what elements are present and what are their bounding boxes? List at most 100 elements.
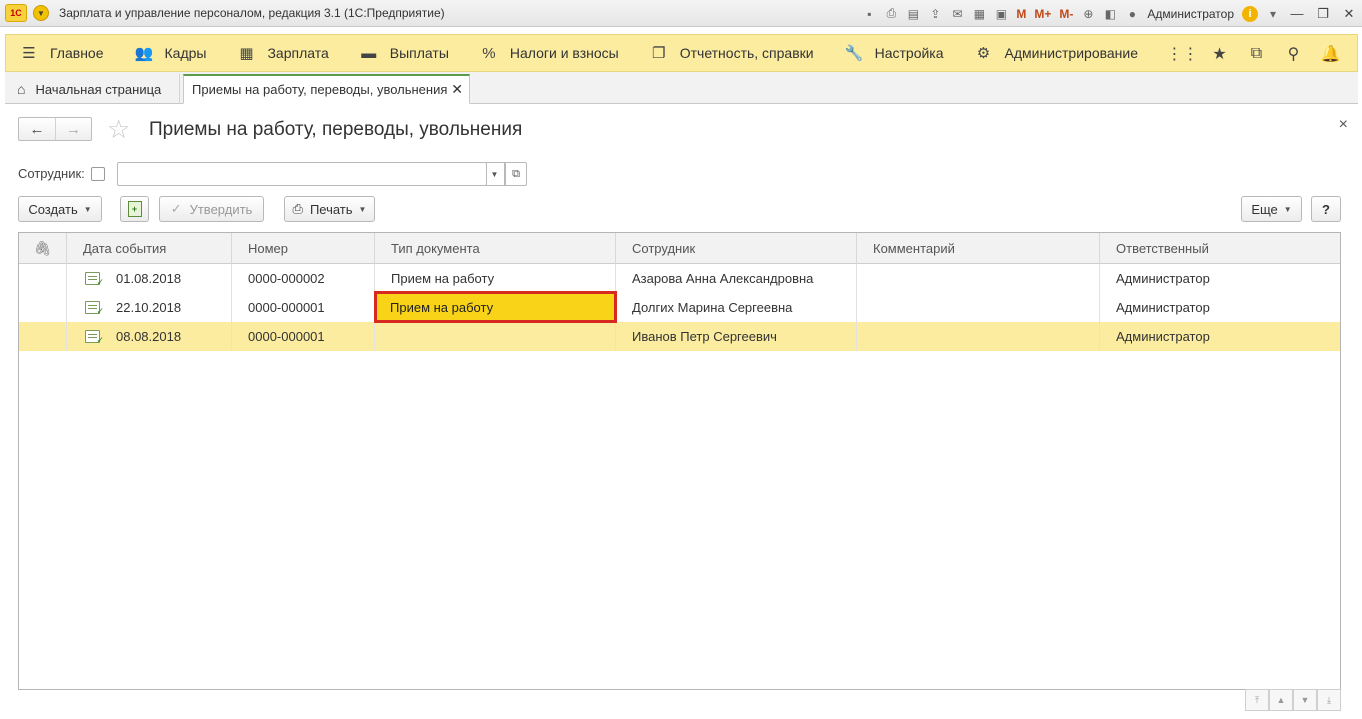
chevron-down-icon: ▼ bbox=[358, 204, 367, 214]
menu-item-reports[interactable]: ❐ Отчетность, справки bbox=[636, 34, 831, 72]
help-button-label: ? bbox=[1322, 201, 1330, 217]
table-row[interactable]: ✓ 01.08.2018 0000-000002 Прием на работу… bbox=[19, 264, 1340, 293]
help-button[interactable]: ? bbox=[1311, 196, 1341, 222]
forward-arrow-icon[interactable]: → bbox=[54, 118, 91, 140]
cell-date: 01.08.2018 bbox=[67, 264, 232, 293]
table-row-selected[interactable]: ✓ 08.08.2018 0000-000001 Иванов Петр Сер… bbox=[19, 322, 1340, 351]
tab-hires-transfers[interactable]: Приемы на работу, переводы, увольнения ✕ bbox=[183, 74, 470, 104]
column-header-date[interactable]: Дата события bbox=[67, 233, 232, 264]
wrench-icon: 🔧 bbox=[844, 45, 864, 62]
current-user[interactable]: Администратор bbox=[1147, 7, 1234, 21]
menu-item-salary[interactable]: ▦ Зарплата bbox=[223, 34, 345, 72]
notification-bell-icon[interactable]: 🔔 bbox=[1312, 44, 1349, 64]
apps-grid-icon[interactable]: ⋮⋮ bbox=[1164, 44, 1201, 64]
paperclip-icon: 🖇 bbox=[33, 240, 52, 256]
scroll-up-icon[interactable]: ▲ bbox=[1269, 689, 1293, 711]
approve-button[interactable]: ✓ Утвердить bbox=[159, 196, 264, 222]
column-header-number[interactable]: Номер bbox=[232, 233, 375, 264]
percent-icon: % bbox=[482, 44, 496, 62]
menu-item-personnel[interactable]: 👥 Кадры bbox=[121, 34, 224, 72]
print-button-label: Печать bbox=[309, 201, 353, 217]
menu-item-taxes[interactable]: % Налоги и взносы bbox=[466, 34, 636, 72]
checkmark-icon: ✓ bbox=[170, 201, 182, 216]
preview-icon[interactable]: ▤ bbox=[903, 4, 923, 24]
column-header-responsible[interactable]: Ответственный bbox=[1100, 233, 1340, 264]
scroll-down-icon[interactable]: ▼ bbox=[1293, 689, 1317, 711]
cell-doc-type: Прием на работу bbox=[375, 264, 616, 293]
mail-icon[interactable]: ✉ bbox=[947, 4, 967, 24]
column-header-employee[interactable]: Сотрудник bbox=[616, 233, 857, 264]
form-close-icon[interactable]: × bbox=[1339, 116, 1348, 134]
employee-dropdown-icon[interactable]: ▼ bbox=[485, 162, 505, 186]
employee-filter-checkbox[interactable] bbox=[91, 167, 105, 181]
more-button[interactable]: Еще ▼ bbox=[1241, 196, 1302, 222]
table-scroll-buttons: ⤒ ▲ ▼ ⤓ bbox=[1245, 689, 1341, 711]
cell-date: 22.10.2018 bbox=[67, 293, 232, 322]
copy-document-icon: + bbox=[127, 201, 142, 217]
menu-item-payments[interactable]: ▬ Выплаты bbox=[346, 34, 466, 72]
calendar-icon[interactable]: ▣ bbox=[991, 4, 1011, 24]
print-icon[interactable]: ⎙ bbox=[881, 4, 901, 24]
cell-number: 0000-000001 bbox=[232, 293, 375, 322]
tab-home-label: Начальная страница bbox=[35, 81, 162, 97]
attachment-cell bbox=[19, 293, 67, 322]
memory-m-button[interactable]: M bbox=[1016, 7, 1026, 21]
menu-item-settings[interactable]: 🔧 Настройка bbox=[831, 34, 961, 72]
cell-employee: Долгих Марина Сергеевна bbox=[616, 293, 857, 322]
scroll-top-icon[interactable]: ⤒ bbox=[1245, 689, 1269, 711]
employee-open-icon[interactable]: ⧉ bbox=[505, 162, 527, 186]
favorites-star-icon[interactable]: ★ bbox=[1201, 44, 1238, 64]
app-menu-dropdown-icon[interactable]: ▼ bbox=[33, 5, 49, 21]
employee-filter-input[interactable] bbox=[117, 162, 487, 186]
back-arrow-icon[interactable]: ← bbox=[19, 118, 55, 140]
main-menu: ☰ Главное 👥 Кадры ▦ Зарплата ▬ Выплаты %… bbox=[5, 34, 1358, 72]
calculator-icon: ▦ bbox=[239, 45, 254, 62]
menu-item-label: Главное bbox=[50, 45, 104, 61]
minimize-button[interactable]: — bbox=[1284, 0, 1310, 27]
cell-doc-type-highlighted[interactable]: Прием на работу bbox=[374, 291, 617, 323]
scroll-bottom-icon[interactable]: ⤓ bbox=[1317, 689, 1341, 711]
employee-filter-label: Сотрудник: bbox=[18, 166, 85, 181]
table-row[interactable]: ✓ 22.10.2018 0000-000001 Увольнение Долг… bbox=[19, 293, 1340, 322]
upload-icon[interactable]: ⇪ bbox=[925, 4, 945, 24]
tabs-bar: ⌂ Начальная страница Приемы на работу, п… bbox=[5, 72, 1358, 104]
info-dropdown-icon[interactable]: ▾ bbox=[1263, 4, 1283, 24]
tab-close-icon[interactable]: ✕ bbox=[451, 81, 463, 98]
reports-icon: ❐ bbox=[651, 45, 666, 62]
column-header-comment[interactable]: Комментарий bbox=[857, 233, 1100, 264]
calculator-icon[interactable]: ▦ bbox=[969, 4, 989, 24]
cell-date: 08.08.2018 bbox=[67, 322, 232, 351]
document-list-form: ← → ☆ Приемы на работу, переводы, увольн… bbox=[5, 104, 1358, 719]
create-button[interactable]: Создать ▼ bbox=[18, 196, 102, 222]
memory-m-minus-button[interactable]: M- bbox=[1059, 7, 1073, 21]
menu-right-tools: ⋮⋮ ★ ⧉ ⚲ 🔔 bbox=[1164, 35, 1349, 73]
maximize-button[interactable]: ❐ bbox=[1310, 0, 1336, 27]
memory-m-plus-button[interactable]: M+ bbox=[1034, 7, 1051, 21]
menu-item-label: Налоги и взносы bbox=[509, 45, 619, 61]
menu-item-main[interactable]: ☰ Главное bbox=[6, 34, 121, 72]
favorite-star-icon[interactable]: ☆ bbox=[107, 114, 130, 145]
info-icon[interactable]: i bbox=[1242, 5, 1258, 22]
copy-document-button[interactable]: + bbox=[120, 196, 149, 222]
tab-home[interactable]: ⌂ Начальная страница bbox=[5, 74, 180, 104]
close-window-button[interactable]: ✕ bbox=[1336, 0, 1362, 27]
wallet-icon: ▬ bbox=[361, 44, 377, 62]
cell-comment bbox=[857, 264, 1100, 293]
cell-doc-type-placeholder bbox=[375, 322, 616, 351]
history-icon[interactable]: ⧉ bbox=[1238, 45, 1275, 63]
cell-number: 0000-000002 bbox=[232, 264, 375, 293]
cell-comment bbox=[857, 322, 1100, 351]
panel-icon[interactable]: ◧ bbox=[1100, 4, 1120, 24]
menu-item-admin[interactable]: ⚙ Администрирование bbox=[961, 34, 1156, 72]
column-header-doc-type[interactable]: Тип документа bbox=[375, 233, 616, 264]
zoom-icon[interactable]: ⊕ bbox=[1078, 4, 1098, 24]
save-icon[interactable]: ▪ bbox=[859, 4, 879, 24]
cell-responsible: Администратор bbox=[1116, 329, 1210, 344]
gear-icon: ⚙ bbox=[976, 45, 991, 62]
print-button[interactable]: ⎙ Печать ▼ bbox=[284, 196, 375, 222]
more-button-label: Еще bbox=[1251, 201, 1278, 217]
search-icon[interactable]: ⚲ bbox=[1275, 44, 1312, 64]
attachment-column-header[interactable]: 🖇 bbox=[19, 233, 67, 264]
people-icon: 👥 bbox=[134, 45, 154, 62]
cell-responsible: Администратор bbox=[1116, 300, 1210, 315]
